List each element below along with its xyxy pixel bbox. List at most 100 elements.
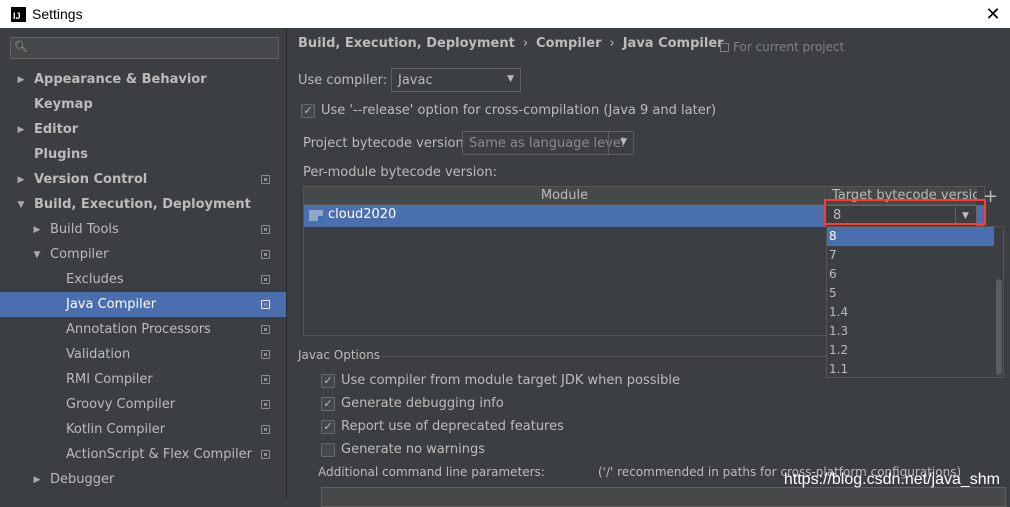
intellij-app-icon: IJ [11, 6, 26, 22]
report-deprecated-checkbox[interactable]: ✓ [321, 420, 335, 434]
sidebar-item-version-control[interactable]: ▶ Version Control [0, 167, 286, 192]
project-settings-icon [261, 275, 270, 284]
project-settings-icon [261, 300, 270, 309]
generate-no-warnings-checkbox[interactable] [321, 443, 335, 457]
sidebar-item-label: Excludes [66, 272, 124, 287]
sidebar-item-label: Plugins [34, 147, 88, 162]
dropdown-option[interactable]: 1.1 [827, 360, 994, 379]
module-folder-icon [309, 210, 324, 222]
sidebar-item-java-compiler[interactable]: Java Compiler [0, 292, 286, 317]
sidebar-item-label: Annotation Processors [66, 322, 211, 337]
sidebar-item-excludes[interactable]: Excludes [0, 267, 286, 292]
project-bytecode-value: Same as language level [469, 135, 625, 151]
breadcrumb-separator: › [522, 36, 529, 51]
dropdown-option[interactable]: 1.3 [827, 322, 994, 341]
window-title: Settings [32, 6, 83, 22]
sidebar-item-keymap[interactable]: Keymap [0, 92, 286, 117]
sidebar-item-label: Build Tools [50, 222, 119, 237]
project-scope-icon [720, 43, 729, 52]
project-settings-icon [261, 175, 270, 184]
sidebar-item-groovy-compiler[interactable]: Groovy Compiler [0, 392, 286, 417]
sidebar-item-label: Build, Execution, Deployment [34, 197, 251, 212]
collapse-arrow-icon[interactable]: ▼ [16, 200, 26, 210]
generate-debugging-info-checkbox[interactable]: ✓ [321, 397, 335, 411]
use-module-target-jdk-checkbox[interactable]: ✓ [321, 374, 335, 388]
generate-debugging-info-label: Generate debugging info [341, 396, 504, 411]
project-settings-icon [261, 325, 270, 334]
sidebar-item-label: Compiler [50, 247, 109, 262]
chevron-down-icon: ▼ [620, 137, 627, 147]
use-module-target-jdk-label: Use compiler from module target JDK when… [341, 373, 680, 388]
sidebar-item-annotation-processors[interactable]: Annotation Processors [0, 317, 286, 342]
close-icon[interactable]: ✕ [982, 3, 1004, 25]
breadcrumb-item[interactable]: Build, Execution, Deployment [298, 36, 515, 51]
sidebar-item-label: Debugger [50, 472, 115, 487]
expand-arrow-icon[interactable]: ▶ [16, 175, 26, 185]
for-current-project-label: For current project [733, 40, 845, 54]
sidebar-item-label: Keymap [34, 97, 93, 112]
sidebar-item-label: Groovy Compiler [66, 397, 176, 412]
project-settings-icon [261, 350, 270, 359]
use-compiler-label: Use compiler: [298, 73, 388, 88]
additional-params-label: Additional command line parameters: [318, 465, 545, 479]
sidebar-item-label: Editor [34, 122, 79, 137]
breadcrumb-item[interactable]: Compiler [536, 36, 601, 51]
generate-no-warnings-label: Generate no warnings [341, 442, 486, 457]
breadcrumb-separator: › [609, 36, 615, 51]
highlight-outline [824, 199, 986, 225]
expand-arrow-icon[interactable]: ▶ [16, 125, 26, 135]
expand-arrow-icon[interactable]: ▶ [32, 475, 42, 485]
sidebar-item-actionscript-flex-compiler[interactable]: ActionScript & Flex Compiler [0, 442, 286, 467]
chevron-down-icon: ▼ [507, 74, 514, 84]
search-input[interactable] [35, 39, 275, 57]
target-bytecode-dropdown-list: 8 7 6 5 1.4 1.3 1.2 1.1 [826, 226, 1004, 378]
settings-search-box[interactable]: 🔍︎ [10, 37, 279, 59]
column-header-module[interactable]: Module [304, 187, 826, 205]
project-bytecode-label: Project bytecode version: [303, 136, 469, 151]
project-settings-icon [261, 225, 270, 234]
project-settings-icon [261, 400, 270, 409]
expand-arrow-icon[interactable]: ▶ [32, 225, 42, 235]
dropdown-option[interactable]: 5 [827, 284, 994, 303]
dropdown-scrollbar[interactable] [996, 279, 1002, 375]
collapse-arrow-icon[interactable]: ▼ [32, 250, 42, 260]
project-settings-icon [261, 250, 270, 259]
sidebar-item-label: Appearance & Behavior [34, 72, 207, 87]
sidebar-item-kotlin-compiler[interactable]: Kotlin Compiler [0, 417, 286, 442]
window-titlebar: IJ Settings ✕ [0, 0, 1010, 28]
sidebar-item-build-tools[interactable]: ▶ Build Tools [0, 217, 286, 242]
module-name: cloud2020 [328, 207, 397, 222]
sidebar-item-editor[interactable]: ▶ Editor [0, 117, 286, 142]
search-icon: 🔍︎ [14, 40, 28, 53]
dropdown-option[interactable]: 7 [827, 246, 994, 265]
sidebar-item-debugger[interactable]: ▶ Debugger [0, 467, 286, 492]
sidebar-item-plugins[interactable]: Plugins [0, 142, 286, 167]
project-settings-icon [261, 450, 270, 459]
dropdown-option[interactable]: 8 [827, 227, 994, 246]
dropdown-option[interactable]: 1.4 [827, 303, 994, 322]
release-option-checkbox[interactable]: ✓ [301, 104, 315, 118]
project-bytecode-select[interactable]: Same as language level ▼ [462, 131, 634, 155]
for-current-project-note: For current project [720, 40, 844, 54]
additional-params-input[interactable] [321, 487, 1006, 507]
sidebar-item-compiler[interactable]: ▼ Compiler [0, 242, 286, 267]
dropdown-option[interactable]: 1.2 [827, 341, 994, 360]
breadcrumb: Build, Execution, Deployment › Compiler › Ja… [298, 36, 724, 51]
javac-options-heading: Javac Options [298, 348, 381, 362]
watermark-text: https://blog.csdn.net/java_shm [783, 471, 1000, 488]
dropdown-option[interactable]: 6 [827, 265, 994, 284]
project-settings-icon [261, 425, 270, 434]
breadcrumb-item: Java Compiler [622, 36, 724, 51]
sidebar-item-label: ActionScript & Flex Compiler [66, 447, 253, 462]
use-compiler-select[interactable]: Javac ▼ [391, 68, 521, 92]
sidebar-item-build-execution-deployment[interactable]: ▼ Build, Execution, Deployment [0, 192, 286, 217]
expand-arrow-icon[interactable]: ▶ [16, 75, 26, 85]
sidebar-item-validation[interactable]: Validation [0, 342, 286, 367]
sidebar-item-appearance-behavior[interactable]: ▶ Appearance & Behavior [0, 67, 286, 92]
settings-sidebar: 🔍︎ ▶ Appearance & Behavior Keymap ▶ Edit… [0, 28, 287, 499]
sidebar-item-label: Version Control [34, 172, 148, 187]
project-settings-icon [261, 375, 270, 384]
report-deprecated-label: Report use of deprecated features [341, 419, 564, 434]
sidebar-item-rmi-compiler[interactable]: RMI Compiler [0, 367, 286, 392]
sidebar-item-label: Java Compiler [66, 297, 157, 312]
